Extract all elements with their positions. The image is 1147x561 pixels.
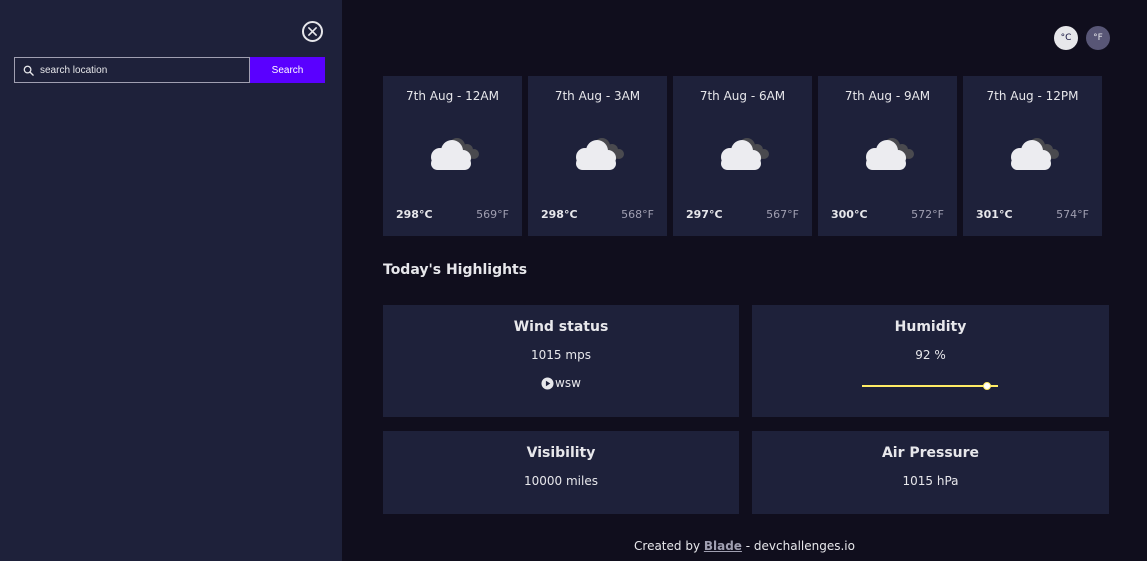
humidity-label: Humidity [894,319,967,335]
forecast-card: 7th Aug - 9AM 300°C 572°F [818,76,957,236]
wind-direction-icon [541,376,554,390]
forecast-max-temp: 301°C [976,208,1013,221]
fahrenheit-button[interactable]: °F [1086,26,1110,50]
forecast-min-temp: 569°F [476,208,509,221]
air-pressure-value: 1015 hPa [902,474,959,488]
humidity-bar-knob [983,382,992,390]
forecast-date: 7th Aug - 6AM [699,89,786,103]
cloud-icon [866,138,914,170]
air-pressure-card: Air Pressure 1015 hPa [752,431,1109,514]
humidity-bar [862,382,998,390]
cloud-icon [721,138,769,170]
visibility-value: 10000 miles [524,474,598,488]
wind-status-label: Wind status [513,319,609,335]
forecast-max-temp: 297°C [686,208,723,221]
wind-status-card: Wind status 1015 mps wsw [383,305,739,417]
wind-speed-value: 1015 mps [531,348,591,362]
highlights-title: Today's Highlights [383,262,528,278]
wind-direction-label: wsw [555,376,581,390]
visibility-card: Visibility 10000 miles [383,431,739,514]
cloud-icon [431,138,479,170]
forecast-max-temp: 298°C [396,208,433,221]
footer: Created by Blade - devchallenges.io [342,539,1147,553]
forecast-max-temp: 298°C [541,208,578,221]
search-icon [23,65,34,76]
cloud-icon [1011,138,1059,170]
forecast-date: 7th Aug - 12AM [406,89,499,103]
wind-direction: wsw [383,376,739,390]
air-pressure-label: Air Pressure [881,445,980,461]
footer-prefix: Created by [634,539,704,553]
forecast-list: 7th Aug - 12AM 298°C 569°F 7th Aug - 3AM… [383,76,1102,236]
forecast-date: 7th Aug - 3AM [554,89,641,103]
search-field[interactable] [14,57,250,83]
forecast-date: 7th Aug - 9AM [844,89,931,103]
cloud-icon [576,138,624,170]
forecast-card: 7th Aug - 12AM 298°C 569°F [383,76,522,236]
humidity-card: Humidity 92 % [752,305,1109,417]
sidebar: Search [0,0,342,561]
forecast-card: 7th Aug - 6AM 297°C 567°F [673,76,812,236]
forecast-date: 7th Aug - 12PM [986,89,1079,103]
footer-suffix: - devchallenges.io [741,539,855,553]
search-bar: Search [14,57,325,83]
humidity-value: 92 % [915,348,946,362]
visibility-label: Visibility [526,445,596,461]
forecast-min-temp: 572°F [911,208,944,221]
close-icon[interactable] [302,21,323,42]
unit-toggle: °C °F [1054,26,1110,50]
forecast-card: 7th Aug - 3AM 298°C 568°F [528,76,667,236]
forecast-min-temp: 567°F [766,208,799,221]
forecast-min-temp: 568°F [621,208,654,221]
search-input[interactable] [40,64,240,76]
celsius-button[interactable]: °C [1054,26,1078,50]
search-button[interactable]: Search [250,57,325,83]
forecast-min-temp: 574°F [1056,208,1089,221]
forecast-max-temp: 300°C [831,208,868,221]
author-link[interactable]: Blade [704,539,742,553]
forecast-card: 7th Aug - 12PM 301°C 574°F [963,76,1102,236]
